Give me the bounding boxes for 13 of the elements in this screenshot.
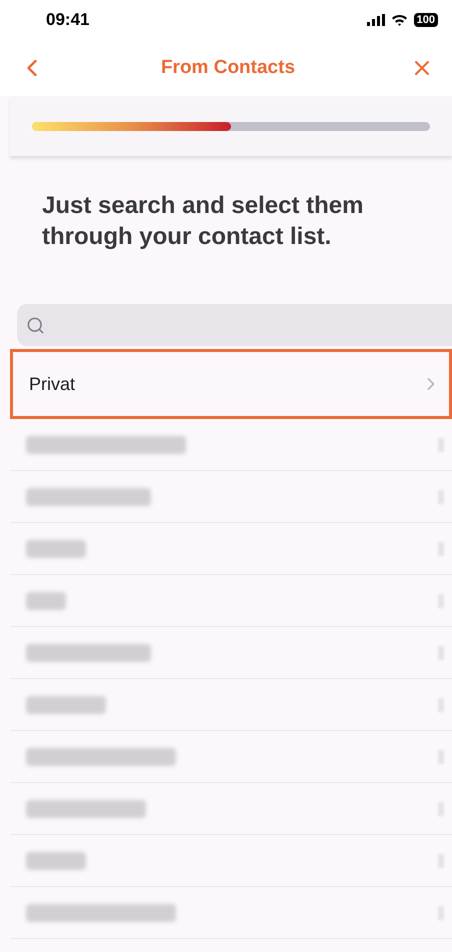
status-time: 09:41	[46, 9, 90, 32]
search-icon	[26, 316, 45, 334]
nav-title: From Contacts	[160, 56, 296, 80]
wifi-icon	[390, 14, 408, 26]
blurred-name	[26, 592, 66, 610]
blurred-name	[26, 852, 86, 870]
search-field[interactable]	[17, 304, 452, 346]
contact-group-row[interactable]: Privat	[10, 349, 452, 419]
blurred-name	[26, 540, 86, 558]
signal-icon	[366, 14, 385, 26]
group-label: Privat	[29, 372, 76, 396]
instruction-heading: Just search and select them through your contact list.	[42, 191, 364, 252]
battery-level: 100	[414, 13, 438, 27]
